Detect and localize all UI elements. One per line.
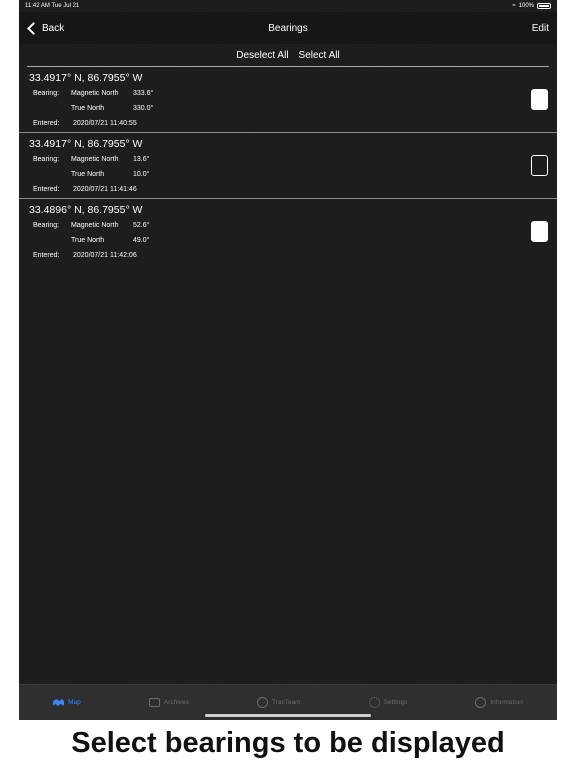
team-icon xyxy=(256,697,268,708)
home-indicator xyxy=(205,714,371,717)
bearing-label: Bearing: xyxy=(33,222,60,229)
info-icon xyxy=(475,697,487,708)
map-icon xyxy=(53,699,65,706)
tab-settings[interactable]: Settings xyxy=(368,697,408,708)
true-value: 330.0° xyxy=(133,105,154,112)
bearing-label: Bearing: xyxy=(33,156,60,163)
tab-information[interactable]: Information xyxy=(475,697,523,708)
deselect-all-button[interactable]: Deselect All xyxy=(236,50,288,61)
true-north-label: True North xyxy=(71,105,105,112)
entered-label: Entered: xyxy=(33,186,60,193)
bearing-label: Bearing: xyxy=(33,90,60,97)
entered-label: Entered: xyxy=(33,120,60,127)
select-checkbox[interactable] xyxy=(531,221,548,242)
navigation-bar: Back Bearings Edit xyxy=(19,12,557,44)
tab-label: Map xyxy=(68,699,81,706)
bearing-coordinates: 33.4896° N, 86.7955° W xyxy=(29,204,143,216)
tab-map[interactable]: Map xyxy=(53,699,81,706)
true-north-label: True North xyxy=(71,171,105,178)
tab-traxteam[interactable]: TraxTeam xyxy=(256,697,301,708)
back-button[interactable]: Back xyxy=(27,21,65,35)
tab-label: Information xyxy=(490,699,523,706)
back-label: Back xyxy=(42,22,65,34)
edit-button[interactable]: Edit xyxy=(532,23,549,34)
bearing-row[interactable]: 33.4917° N, 86.7955° W Bearing: Magnetic… xyxy=(19,133,557,199)
entered-label: Entered: xyxy=(33,252,60,259)
tab-label: TraxTeam xyxy=(271,699,301,706)
selection-bar: Deselect All Select All xyxy=(27,44,549,67)
magnetic-value: 333.6° xyxy=(133,90,154,97)
bearing-row[interactable]: 33.4896° N, 86.7955° W Bearing: Magnetic… xyxy=(19,199,557,264)
bearings-list: 33.4917° N, 86.7955° W Bearing: Magnetic… xyxy=(19,67,557,264)
wifi-icon: ≈ xyxy=(512,3,516,9)
caption: Select bearings to be displayed xyxy=(71,727,505,759)
true-value: 49.0° xyxy=(133,237,150,244)
tab-label: Settings xyxy=(383,699,408,706)
magnetic-north-label: Magnetic North xyxy=(71,222,119,229)
magnetic-north-label: Magnetic North xyxy=(71,156,119,163)
select-all-button[interactable]: Select All xyxy=(299,50,340,61)
entered-value: 2020/07/21 11:41:46 xyxy=(73,186,137,193)
true-north-label: True North xyxy=(71,237,105,244)
tab-label: Archives xyxy=(163,699,189,706)
magnetic-north-label: Magnetic North xyxy=(71,90,119,97)
device-screen: 11:42 AM Tue Jul 21 ≈ 100% Back Bearings… xyxy=(19,0,557,720)
chevron-left-icon xyxy=(27,21,40,35)
entered-value: 2020/07/21 11:40:55 xyxy=(73,120,137,127)
battery-icon xyxy=(537,3,551,9)
select-checkbox[interactable] xyxy=(531,155,548,176)
bearing-coordinates: 33.4917° N, 86.7955° W xyxy=(29,138,143,150)
status-bar: 11:42 AM Tue Jul 21 ≈ 100% xyxy=(19,0,557,12)
magnetic-value: 52.6° xyxy=(133,222,150,229)
entered-value: 2020/07/21 11:42:06 xyxy=(73,252,137,259)
select-checkbox[interactable] xyxy=(531,89,548,110)
battery-percent: 100% xyxy=(518,3,534,9)
archives-icon xyxy=(148,698,160,707)
status-time: 11:42 AM Tue Jul 21 xyxy=(25,3,80,9)
tab-bar: Map Archives TraxTeam Settings Informati… xyxy=(19,684,557,720)
true-value: 10.0° xyxy=(133,171,150,178)
page-title: Bearings xyxy=(268,22,308,34)
bearing-coordinates: 33.4917° N, 86.7955° W xyxy=(29,72,143,84)
gear-icon xyxy=(368,697,380,708)
bearing-row[interactable]: 33.4917° N, 86.7955° W Bearing: Magnetic… xyxy=(19,67,557,133)
magnetic-value: 13.6° xyxy=(133,156,150,163)
tab-archives[interactable]: Archives xyxy=(148,698,189,707)
